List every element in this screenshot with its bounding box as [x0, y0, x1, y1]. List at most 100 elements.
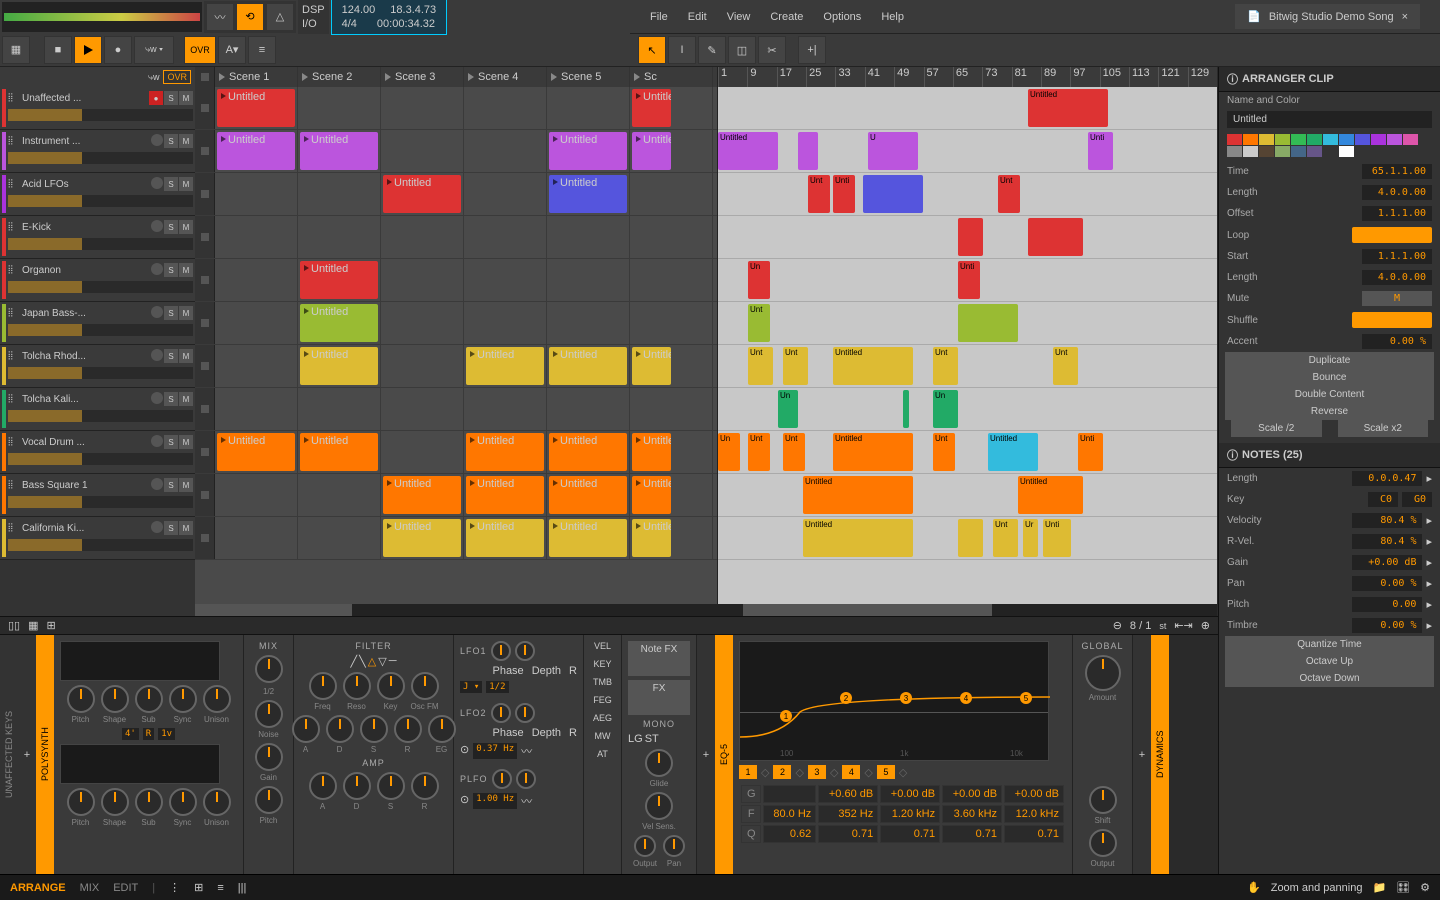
mod-at[interactable]: AT [590, 749, 615, 759]
volume-slider[interactable] [8, 410, 193, 422]
color-swatch[interactable] [1227, 134, 1242, 145]
note-pitch-field[interactable]: 0.00 [1352, 597, 1422, 612]
color-swatch[interactable] [1259, 134, 1274, 145]
arranger-track-lane[interactable]: Untitled [718, 87, 1217, 130]
sync-knob[interactable] [169, 685, 197, 713]
clip[interactable]: Untitled [549, 519, 627, 557]
mute-toggle[interactable]: M [1362, 291, 1432, 306]
zoom-level[interactable]: 8 / 1 [1130, 620, 1151, 632]
arranger-clip[interactable]: Unt [748, 304, 770, 342]
color-swatch[interactable] [1323, 146, 1338, 157]
track-header[interactable]: ⦙⦙Tolcha Kali...SM [0, 388, 195, 431]
clip-slot[interactable] [630, 216, 713, 258]
clip-slot[interactable] [547, 216, 630, 258]
track-header[interactable]: ⦙⦙OrganonSM [0, 259, 195, 302]
panel-toggle-icon[interactable]: ▦ [2, 36, 30, 64]
arranger-clip[interactable] [798, 132, 818, 170]
mod-mw[interactable]: MW [590, 731, 615, 741]
mute-button[interactable]: M [179, 306, 193, 320]
project-tab[interactable]: 📄 Bitwig Studio Demo Song × [1235, 4, 1420, 29]
ruler-tick[interactable]: 113 [1129, 67, 1158, 87]
lfo2-phase-knob[interactable] [491, 703, 511, 723]
solo-button[interactable]: S [164, 220, 178, 234]
color-swatch[interactable] [1275, 146, 1290, 157]
ruler-tick[interactable]: 57 [924, 67, 953, 87]
clip-slot[interactable] [464, 259, 547, 301]
clip-slot[interactable]: Untitled [630, 431, 713, 473]
global-amount-knob[interactable] [1085, 655, 1121, 691]
d-knob[interactable] [343, 772, 371, 800]
clip-slot[interactable] [464, 216, 547, 258]
solo-button[interactable]: S [164, 521, 178, 535]
stop-clip-icon[interactable] [201, 448, 209, 456]
mod-aeg[interactable]: AEG [590, 713, 615, 723]
note-gain-field[interactable]: +0.00 dB [1352, 555, 1422, 570]
volume-slider[interactable] [8, 367, 193, 379]
mod-vel[interactable]: VEL [590, 641, 615, 651]
ovr-button[interactable]: OVR [184, 36, 216, 64]
clip[interactable]: Untitled [383, 519, 461, 557]
bounce-button[interactable]: Bounce [1225, 369, 1434, 386]
synth-label[interactable]: POLYSYNTH [36, 635, 54, 874]
eq-graph[interactable]: 1 2 3 4 5 100 1k 10k [739, 641, 1049, 761]
scene-header[interactable]: Scene 1 [215, 67, 298, 87]
clip[interactable]: Untitled [300, 304, 378, 342]
clip[interactable]: Untitled [466, 433, 544, 471]
stop-clip-icon[interactable] [201, 362, 209, 370]
track-header[interactable]: ⦙⦙Tolcha Rhod...SM [0, 345, 195, 388]
close-icon[interactable]: × [1402, 11, 1408, 23]
track-header[interactable]: ⦙⦙Acid LFOsSM [0, 173, 195, 216]
scale-half-button[interactable]: Scale /2 [1231, 420, 1322, 437]
clip-slot[interactable] [381, 345, 464, 387]
clip-slot[interactable] [547, 388, 630, 430]
volume-slider[interactable] [8, 539, 193, 551]
accent-field[interactable]: 0.00 % [1362, 334, 1432, 349]
note-timbre-field[interactable]: 0.00 % [1352, 618, 1422, 633]
scale-x2-button[interactable]: Scale x2 [1338, 420, 1429, 437]
eq-param-cell[interactable]: +0.00 dB [1004, 785, 1064, 803]
mute-button[interactable]: M [179, 220, 193, 234]
browser-icon[interactable]: 📁 [1372, 881, 1386, 894]
track-header[interactable]: ⦙⦙Bass Square 1SM [0, 474, 195, 517]
clip-slot[interactable] [215, 517, 298, 559]
clip-slot[interactable] [464, 388, 547, 430]
clip-slot[interactable] [298, 517, 381, 559]
s-knob[interactable] [360, 715, 388, 743]
stop-clip-icon[interactable] [201, 491, 209, 499]
glide-knob[interactable] [645, 749, 673, 777]
eg-knob[interactable] [428, 715, 456, 743]
arranger-track-lane[interactable]: UntUntiUnt [718, 173, 1217, 216]
clip-slot[interactable] [547, 259, 630, 301]
clip-slot[interactable]: Untitled [298, 130, 381, 172]
pan-knob[interactable] [663, 835, 685, 857]
add-device-icon[interactable]: + [24, 749, 30, 761]
clip[interactable]: Untitled [632, 519, 671, 557]
ruler-tick[interactable]: 121 [1158, 67, 1187, 87]
eq-param-cell[interactable]: +0.00 dB [942, 785, 1002, 803]
arranger-clip[interactable]: U [868, 132, 918, 170]
menu-help[interactable]: Help [881, 11, 904, 23]
arranger-clip[interactable]: Un [718, 433, 740, 471]
arranger-clip[interactable]: Unt [748, 433, 770, 471]
offset-field[interactable]: 1.1.1.00 [1362, 206, 1432, 221]
octave-down-button[interactable]: Octave Down [1225, 670, 1434, 687]
add-device-icon[interactable]: + [1139, 749, 1145, 761]
pitch-knob[interactable] [255, 786, 283, 814]
eq-param-cell[interactable] [763, 785, 816, 803]
clip-slot[interactable] [381, 130, 464, 172]
grid-view-icon[interactable]: ▦ [28, 619, 38, 632]
stop-clip-icon[interactable] [201, 104, 209, 112]
eq-band-1[interactable]: 1 [739, 765, 757, 779]
fx-slot[interactable]: FX [628, 680, 690, 715]
volume-slider[interactable] [8, 238, 193, 250]
arranger-clip[interactable]: Unt [808, 175, 830, 213]
clip-slot[interactable]: Untitled [630, 517, 713, 559]
panel-icon[interactable]: ≡ [217, 882, 223, 894]
time-select-tool-icon[interactable]: I [668, 36, 696, 64]
eq-param-cell[interactable]: 1.20 kHz [880, 805, 940, 823]
clip-slot[interactable]: Untitled [547, 474, 630, 516]
clip[interactable]: Untitled [300, 132, 378, 170]
loop-icon[interactable]: ⟲ [236, 3, 264, 31]
clip-slot[interactable] [630, 173, 713, 215]
rvel-field[interactable]: 80.4 % [1352, 534, 1422, 549]
